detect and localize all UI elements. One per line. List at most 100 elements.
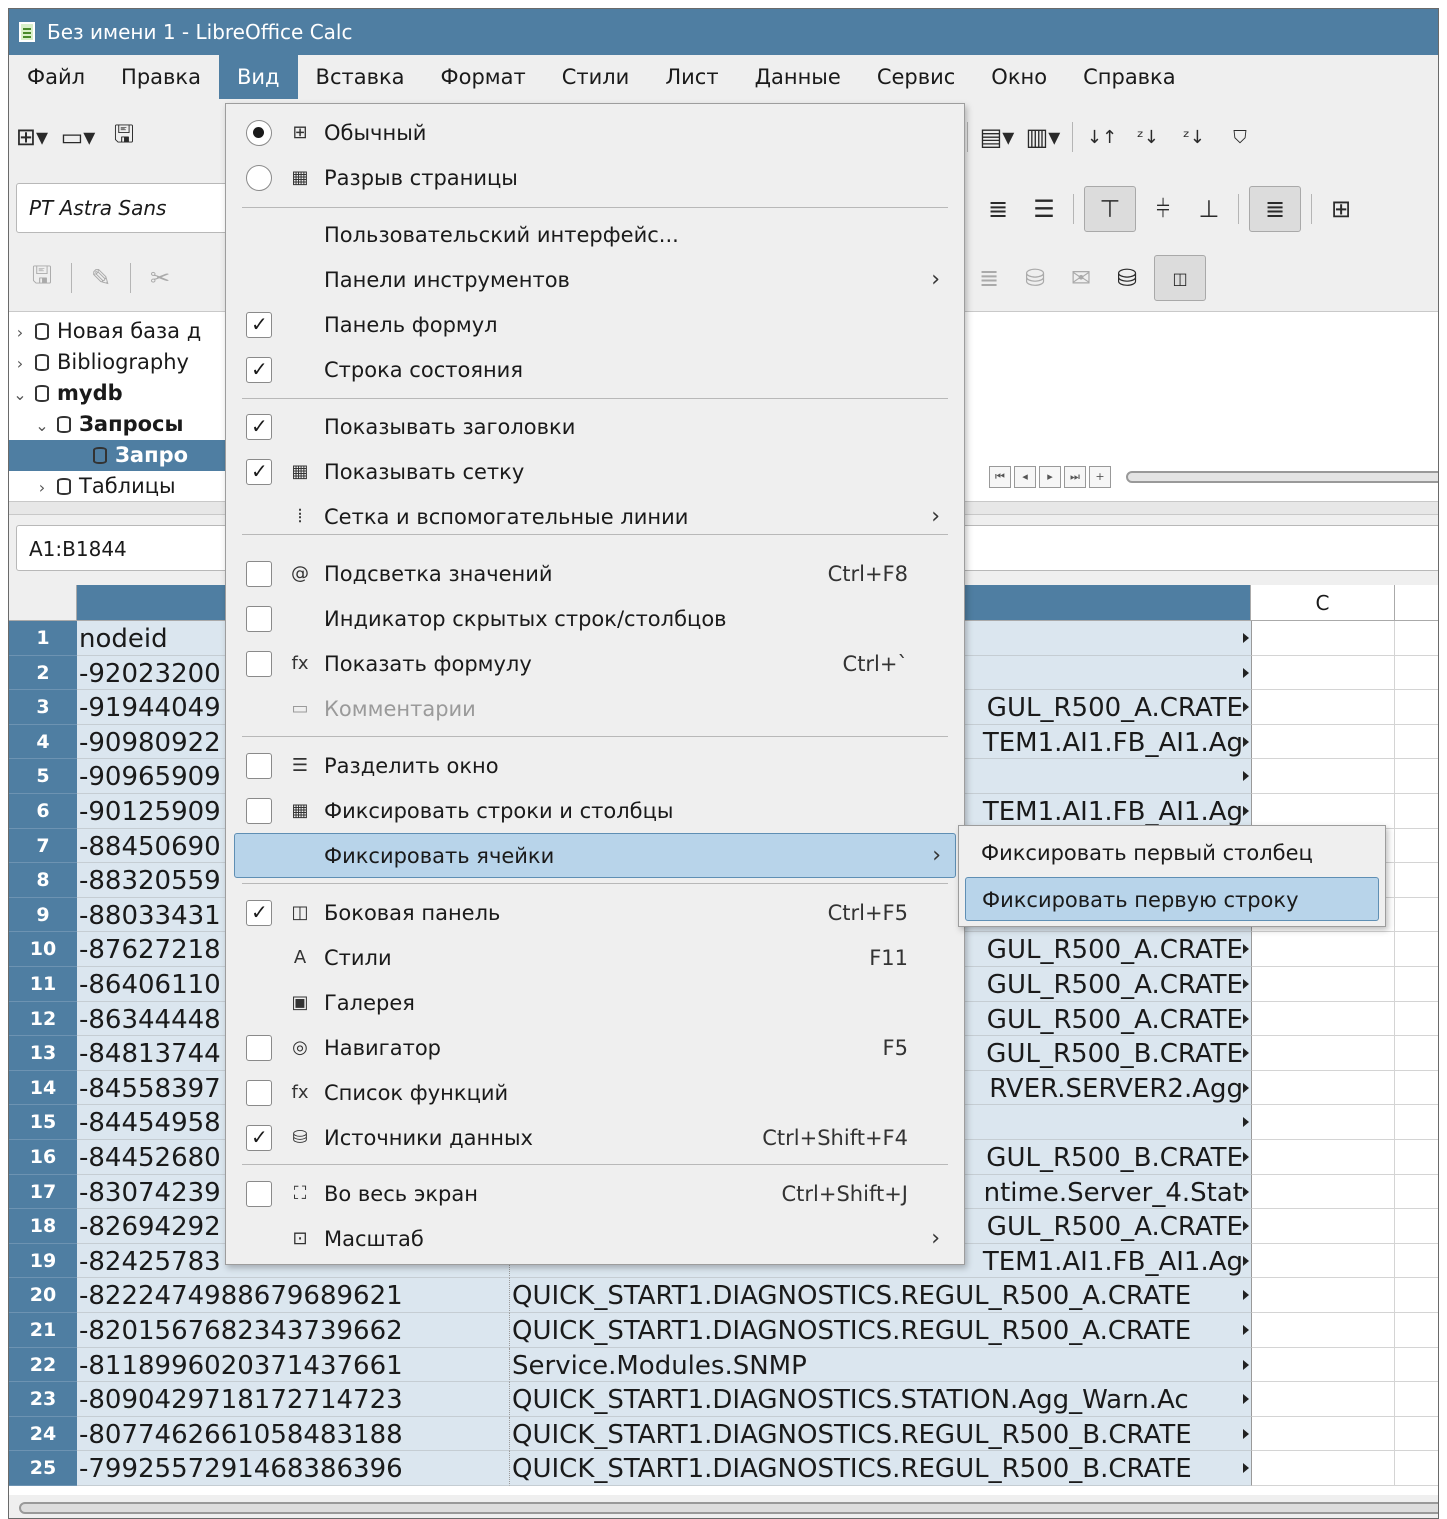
horizontal-scroll-track[interactable] — [19, 1502, 1438, 1514]
check-checked-icon[interactable] — [246, 311, 272, 338]
chevron-icon[interactable]: › — [31, 472, 53, 503]
sort-descending-icon[interactable]: ᶻ↓ — [1175, 114, 1213, 160]
cell-d[interactable] — [1395, 932, 1438, 967]
view-menu-item-29[interactable]: ⊡ Масштаб › — [226, 1216, 964, 1261]
menu-1[interactable]: Правка — [103, 55, 219, 99]
last-record-icon[interactable]: ⏭ — [1064, 466, 1086, 488]
table-icon[interactable]: ⊞▾ — [13, 114, 51, 160]
menu-9[interactable]: Окно — [973, 55, 1065, 99]
cell-d[interactable] — [1395, 656, 1438, 691]
cell-b[interactable]: Service.Modules.SNMP — [509, 1347, 1251, 1383]
sort-icon[interactable]: ↓↑ — [1083, 114, 1121, 160]
cell-d[interactable] — [1395, 863, 1438, 898]
cell-c[interactable] — [1251, 932, 1395, 967]
menu-5[interactable]: Стили — [544, 55, 648, 99]
formula-input[interactable] — [964, 525, 1438, 571]
view-menu-item-12[interactable]: @ Подсветка значений Ctrl+F8 — [226, 551, 964, 596]
row-header[interactable]: 3 — [9, 690, 77, 725]
check-unchecked-icon[interactable] — [246, 650, 272, 677]
data-to-fields-icon[interactable]: ⛁ — [1108, 255, 1146, 301]
row-header[interactable]: 6 — [9, 794, 77, 829]
align-right-icon[interactable]: ☰ — [1025, 186, 1063, 232]
font-name-box[interactable]: PT Astra Sans — [16, 183, 236, 233]
view-menu-item-19[interactable]: Фиксировать ячейки › — [234, 833, 956, 878]
horizontal-scrollbar[interactable] — [9, 1495, 1438, 1518]
chevron-icon[interactable]: › — [9, 317, 31, 348]
tree-item[interactable]: › Таблицы — [9, 471, 227, 502]
row-header[interactable]: 23 — [9, 1382, 77, 1417]
row-header[interactable]: 24 — [9, 1416, 77, 1452]
center-vertically-icon[interactable]: ⫩ — [1144, 186, 1182, 232]
row-header[interactable]: 20 — [9, 1278, 77, 1313]
view-menu-item-10[interactable]: ⦙ Сетка и вспомогательные линии › — [226, 494, 964, 539]
row-header[interactable]: 7 — [9, 828, 77, 864]
cell-c[interactable] — [1251, 759, 1395, 794]
cell-a[interactable]: -8090429718172714723 — [77, 1382, 509, 1417]
view-menu-item-0[interactable]: ⊞ Обычный — [226, 110, 964, 155]
menu-8[interactable]: Сервис — [859, 55, 973, 99]
menu-3[interactable]: Вставка — [298, 55, 423, 99]
cell-c[interactable] — [1251, 1382, 1395, 1417]
datasource-scrollbar[interactable] — [1126, 471, 1438, 483]
cell-c[interactable] — [1251, 1313, 1395, 1348]
align-bottom-icon[interactable]: ⊥ — [1190, 186, 1228, 232]
check-checked-icon[interactable] — [246, 899, 272, 926]
row-header[interactable]: 10 — [9, 932, 77, 967]
save-icon[interactable]: 🖫 — [105, 114, 143, 160]
cell-a[interactable]: -8201567682343739662 — [77, 1313, 509, 1348]
row-header[interactable]: 21 — [9, 1313, 77, 1348]
cell-d[interactable] — [1395, 967, 1438, 1002]
cell-a[interactable]: -8118996020371437661 — [77, 1347, 509, 1383]
view-menu-item-13[interactable]: Индикатор скрытых строк/столбцов — [226, 596, 964, 641]
menu-6[interactable]: Лист — [647, 55, 736, 99]
chevron-icon[interactable]: ⌄ — [9, 379, 31, 410]
prev-record-icon[interactable]: ◂ — [1014, 466, 1036, 488]
cell-c[interactable] — [1251, 1001, 1395, 1037]
view-menu-item-15[interactable]: ▭ Комментарии — [226, 686, 964, 731]
cell-c[interactable] — [1251, 621, 1395, 656]
wrap-text-icon[interactable]: ≣ — [1249, 186, 1301, 232]
cell-c[interactable] — [1251, 724, 1395, 760]
view-menu-item-8[interactable]: Показывать заголовки — [226, 404, 964, 449]
row-header[interactable]: 2 — [9, 655, 77, 691]
radio-unchecked-icon[interactable] — [246, 164, 272, 191]
cell-d[interactable] — [1395, 794, 1438, 829]
cell-c[interactable] — [1251, 1209, 1395, 1244]
view-menu-item-14[interactable]: fx Показать формулу Ctrl+` — [226, 641, 964, 686]
cell-c[interactable] — [1251, 1416, 1395, 1452]
menu-0[interactable]: Файл — [9, 55, 103, 99]
check-checked-icon[interactable] — [246, 356, 272, 383]
check-unchecked-icon[interactable] — [246, 560, 272, 587]
cell-d[interactable] — [1395, 1002, 1438, 1037]
cell-c[interactable] — [1251, 1243, 1395, 1279]
row-header[interactable]: 4 — [9, 724, 77, 760]
tree-item[interactable]: ⌄ Запросы — [9, 409, 227, 440]
freeze-submenu-item-0[interactable]: Фиксировать первый столбец — [965, 831, 1379, 875]
align-top-icon[interactable]: ⊤ — [1084, 186, 1136, 232]
cell-d[interactable] — [1395, 1175, 1438, 1210]
tree-item[interactable]: › Bibliography — [9, 347, 227, 378]
chevron-icon[interactable]: ⌄ — [31, 410, 53, 441]
tree-item[interactable]: › Новая база д — [9, 316, 227, 347]
column-icon[interactable]: ▥▾ — [1024, 114, 1062, 160]
row-header[interactable]: 22 — [9, 1347, 77, 1383]
menu-10[interactable]: Справка — [1065, 55, 1194, 99]
check-unchecked-icon[interactable] — [246, 752, 272, 779]
chevron-icon[interactable]: › — [9, 348, 31, 379]
view-menu-item-28[interactable]: ⛶ Во весь экран Ctrl+Shift+J — [226, 1171, 964, 1216]
save-record-icon[interactable]: 🖫 — [23, 255, 61, 301]
cell-d[interactable] — [1395, 1140, 1438, 1175]
row-header[interactable]: 19 — [9, 1243, 77, 1279]
cell-d[interactable] — [1395, 829, 1438, 864]
view-menu-item-25[interactable]: fx Список функций — [226, 1070, 964, 1115]
view-menu-item-26[interactable]: ⛁ Источники данных Ctrl+Shift+F4 — [226, 1115, 964, 1160]
column-header-d[interactable] — [1395, 585, 1438, 621]
cell-c[interactable] — [1251, 655, 1395, 691]
cell-c[interactable] — [1251, 1036, 1395, 1071]
view-menu-item-6[interactable]: Строка состояния — [226, 347, 964, 392]
menu-4[interactable]: Формат — [423, 55, 544, 99]
first-record-icon[interactable]: ⏮ — [989, 466, 1011, 488]
view-menu-item-21[interactable]: ◫ Боковая панель Ctrl+F5 — [226, 890, 964, 935]
cell-c[interactable] — [1251, 1070, 1395, 1106]
cell-d[interactable] — [1395, 1071, 1438, 1106]
